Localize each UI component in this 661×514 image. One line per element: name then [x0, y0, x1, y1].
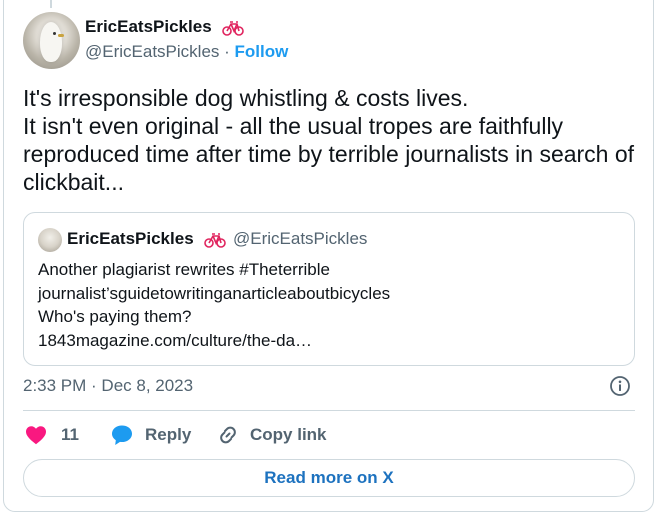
quoted-text-line: Who's paying them? [38, 307, 192, 326]
tweet-text: It's irresponsible dog whistling & costs… [23, 85, 635, 195]
copy-link-button[interactable]: Copy link [216, 421, 327, 449]
bicycle-icon [222, 20, 245, 36]
divider [23, 410, 635, 411]
follow-button[interactable]: Follow [235, 42, 289, 61]
read-more-button[interactable]: Read more on X [23, 459, 635, 497]
handle-row: @EricEatsPickles · Follow [85, 42, 288, 62]
date-separator: · [86, 376, 102, 395]
reply-button[interactable]: Reply [109, 421, 191, 449]
author-handle[interactable]: @EricEatsPickles [85, 42, 219, 61]
timestamp[interactable]: 2:33 PM · Dec 8, 2023 [23, 376, 193, 396]
avatar-beak [58, 34, 64, 37]
author-name-row[interactable]: EricEatsPickles [85, 17, 245, 37]
handle-separator: · [219, 42, 235, 61]
tweet-date[interactable]: Dec 8, 2023 [101, 376, 193, 395]
quoted-author-name-row: EricEatsPickles [67, 229, 227, 249]
link-icon [220, 426, 236, 444]
info-icon[interactable] [609, 375, 631, 397]
author-name[interactable]: EricEatsPickles [85, 17, 212, 36]
reply-label: Reply [145, 425, 192, 444]
quoted-author-name: EricEatsPickles [67, 229, 194, 248]
like-count: 11 [61, 425, 79, 444]
copy-link-label: Copy link [250, 425, 327, 444]
avatar-bird [40, 22, 62, 62]
quoted-author-avatar [38, 228, 62, 252]
speech-bubble-icon [112, 425, 132, 445]
heart-icon [26, 426, 46, 445]
avatar-eye [53, 32, 56, 35]
thread-line [50, 0, 52, 8]
quoted-text-line: journalist’sguidetowritinganarticleabout… [38, 283, 391, 303]
quoted-text: Another plagiarist rewrites #Theterrible… [38, 258, 628, 352]
like-button[interactable]: 11 [23, 421, 79, 449]
tweet-time[interactable]: 2:33 PM [23, 376, 86, 395]
bicycle-icon [204, 232, 227, 248]
quoted-link[interactable]: 1843magazine.com/culture/the-da… [38, 329, 628, 353]
quoted-tweet[interactable]: EricEatsPickles @EricEatsPickles Another… [23, 212, 635, 366]
quoted-author-handle: @EricEatsPickles [233, 229, 368, 248]
quoted-text-line: Another plagiarist rewrites #Theterrible [38, 260, 330, 279]
author-avatar[interactable] [23, 12, 80, 69]
